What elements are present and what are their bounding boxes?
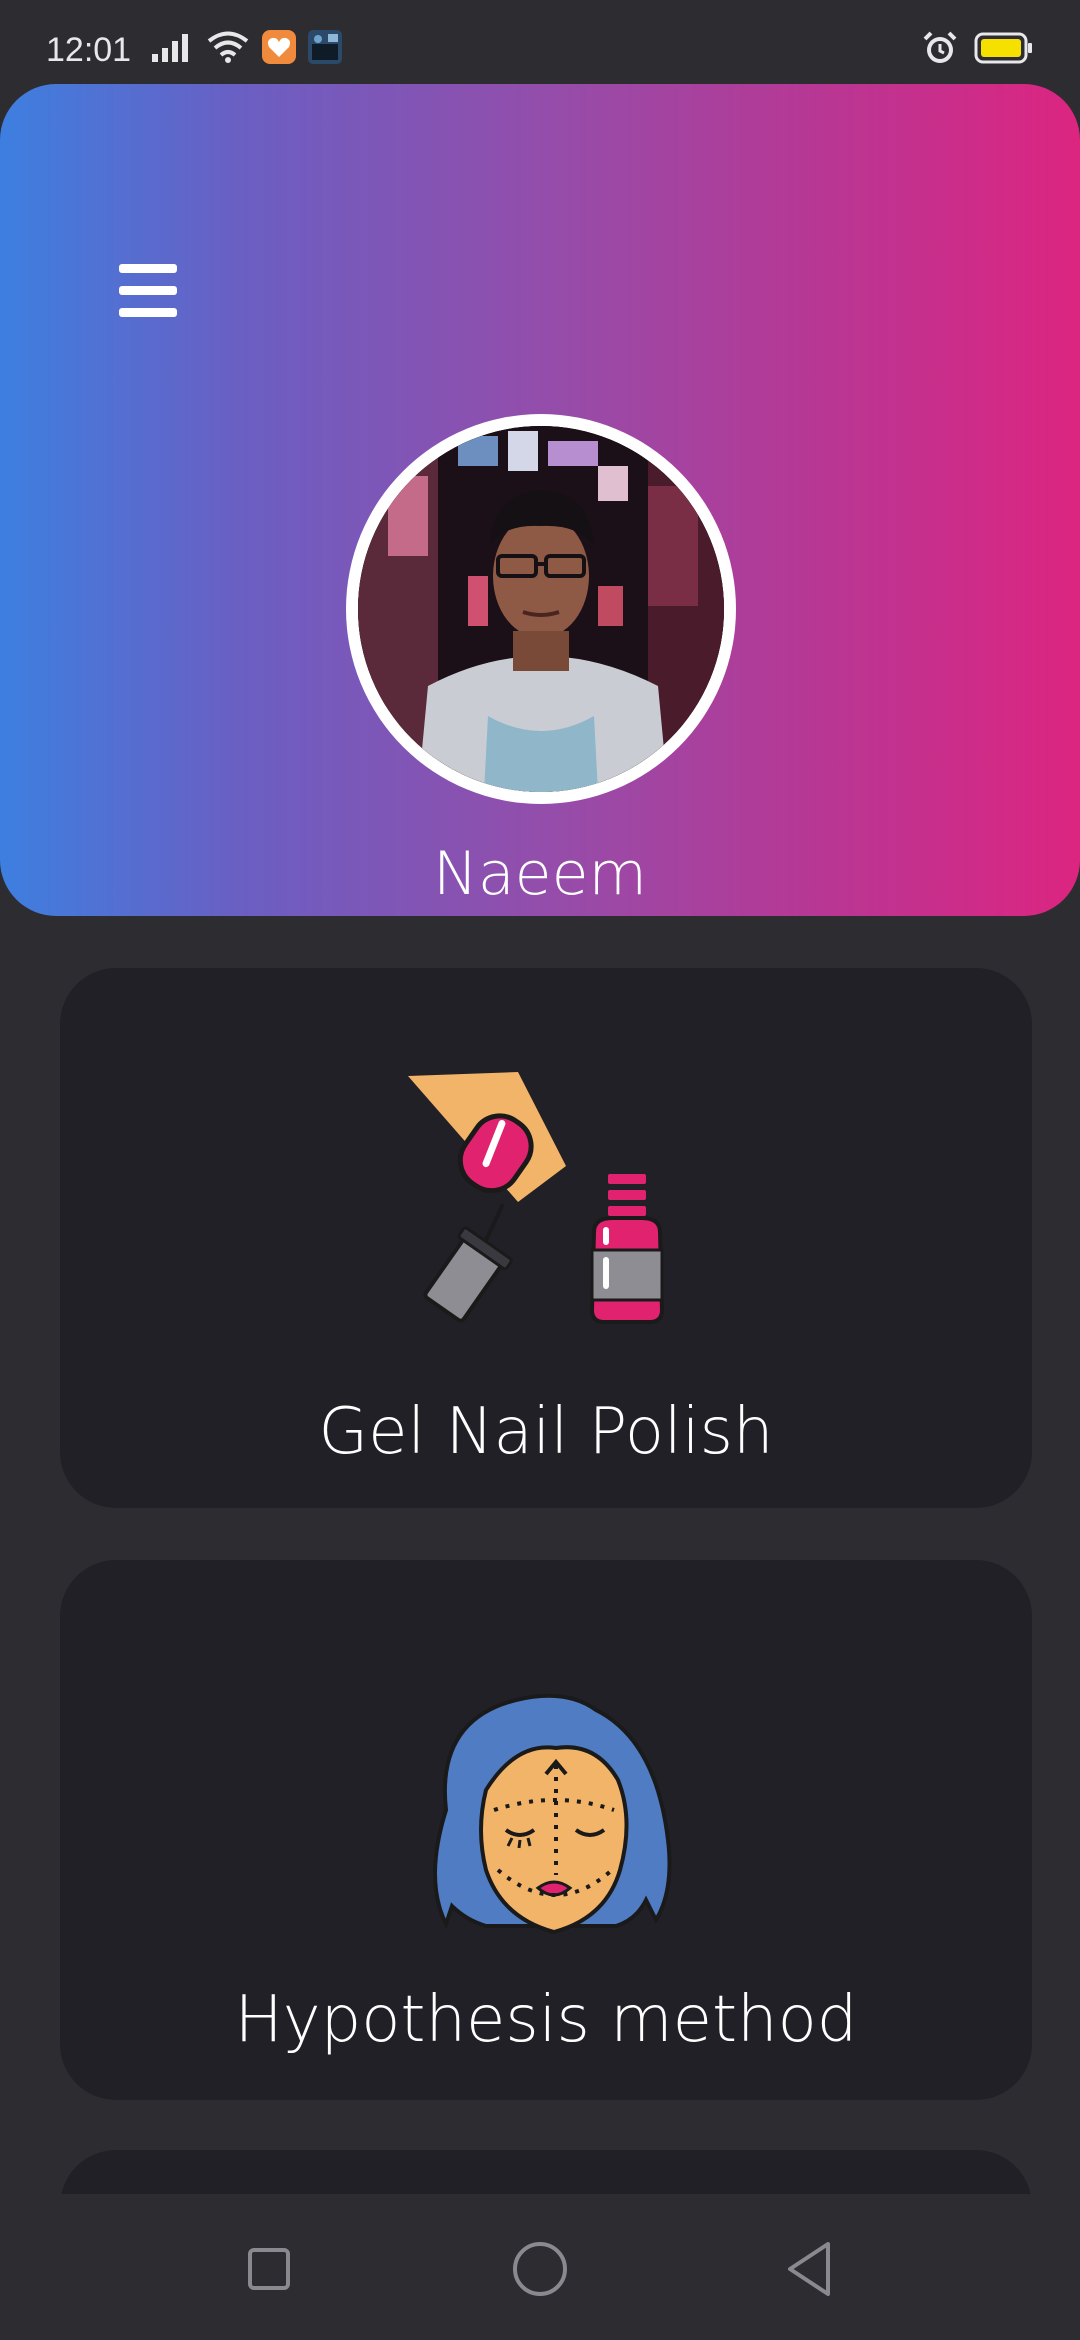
hamburger-menu-icon[interactable]	[118, 264, 178, 318]
gallery-app-icon	[308, 30, 342, 64]
profile-name: Naeem	[433, 839, 647, 909]
wifi-icon	[207, 31, 249, 63]
category-card-hypothesis-method[interactable]: Hypothesis method	[60, 1560, 1032, 2100]
home-icon[interactable]	[505, 2234, 575, 2304]
back-icon[interactable]	[776, 2234, 846, 2304]
status-time: 12:01	[46, 31, 132, 69]
status-bar: 12:01	[0, 0, 1080, 84]
category-label: Gel Nail Polish	[318, 1395, 774, 1469]
status-right-icons	[922, 30, 1034, 66]
profile-header: Naeem	[0, 84, 1080, 916]
status-left-icons	[150, 30, 342, 64]
navigation-bar	[0, 2194, 1080, 2340]
health-app-icon	[262, 30, 296, 64]
category-label: Hypothesis method	[234, 1983, 858, 2057]
avatar[interactable]	[346, 414, 736, 804]
alarm-icon	[923, 31, 957, 63]
avatar-photo	[358, 426, 724, 792]
battery-icon	[974, 32, 1032, 64]
face-surgery-icon	[433, 1693, 672, 1935]
recent-apps-icon[interactable]	[234, 2234, 304, 2304]
category-card-gel-nail-polish[interactable]: Gel Nail Polish	[60, 968, 1032, 1508]
signal-icon	[152, 34, 188, 62]
nail-polish-icon	[408, 1072, 665, 1324]
